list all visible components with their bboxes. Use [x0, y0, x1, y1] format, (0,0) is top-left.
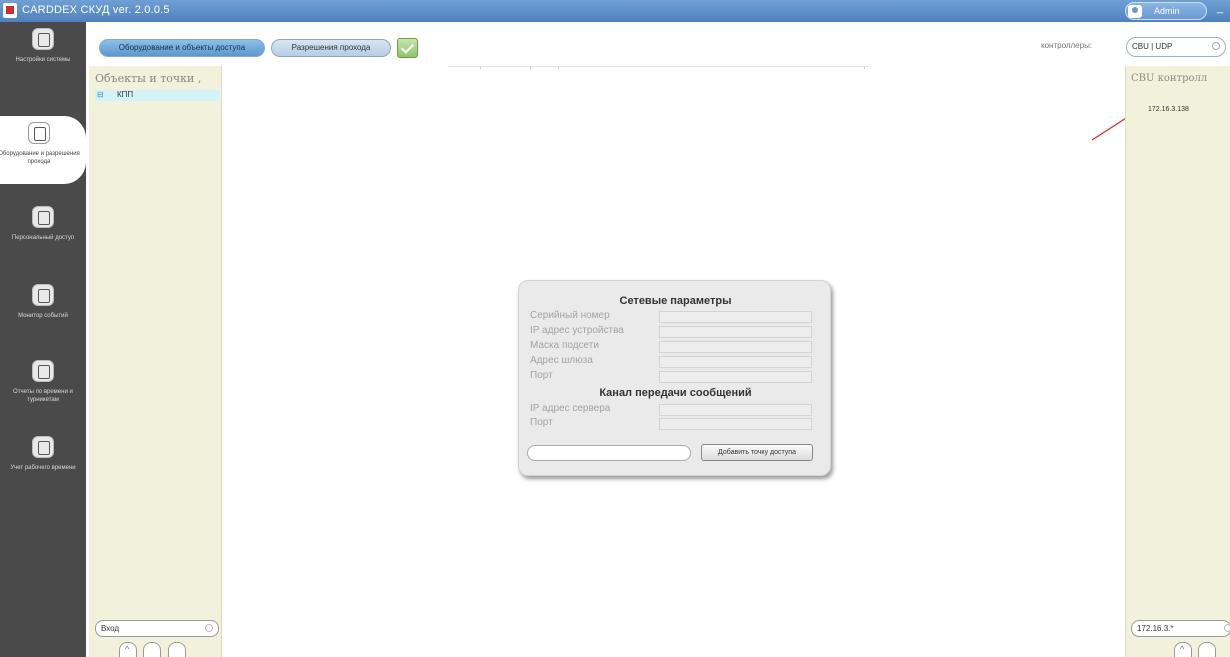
- user-icon: [1128, 5, 1142, 18]
- controllers-select[interactable]: CBU | UDP: [1126, 37, 1226, 57]
- tab-equipment[interactable]: Оборудование и объекты доступа: [99, 39, 265, 57]
- ip-filter-value: 172.16.3.*: [1137, 624, 1174, 633]
- objects-panel: Объекты и точки , ⊟ КПП Вход: [89, 66, 222, 657]
- sidebar-item-label: Настройки системы: [15, 57, 71, 63]
- server-ip-label: IP адрес сервера: [530, 403, 611, 414]
- ruler-tick: [558, 66, 559, 69]
- tab-permissions[interactable]: Разрешения прохода: [271, 39, 391, 57]
- controller-list-item[interactable]: 172.16.3.138: [1148, 106, 1189, 113]
- device-ip-label: IP адрес устройства: [530, 325, 624, 336]
- timesheet-icon: [32, 436, 54, 458]
- server-port-field[interactable]: [659, 418, 812, 430]
- chevron-down-icon: [205, 624, 213, 632]
- sidebar-item-reports[interactable]: Отчеты по времени и турникетам: [0, 354, 86, 422]
- personal-access-icon: [32, 206, 54, 228]
- report-icon: [32, 360, 54, 382]
- subnet-mask-label: Маска подсети: [530, 340, 599, 351]
- sidebar-item-personal-access[interactable]: Персональный доступ: [0, 200, 86, 268]
- device-ip-field[interactable]: [659, 326, 812, 338]
- confirm-button[interactable]: [397, 38, 418, 58]
- ruler-tick: [864, 66, 865, 69]
- action-button[interactable]: [143, 642, 161, 657]
- server-ip-field[interactable]: [659, 404, 812, 416]
- tree-item-kpp[interactable]: ⊟ КПП: [95, 90, 219, 101]
- move-up-button[interactable]: [1174, 642, 1192, 657]
- direction-select-value: Вход: [101, 624, 120, 633]
- settings-icon: [32, 28, 54, 50]
- monitor-icon: [32, 284, 54, 306]
- controllers-panel: CBU контролл 172.16.3.138 172.16.3.*: [1125, 66, 1230, 657]
- message-channel-title: Канал передачи сообщений: [599, 387, 752, 399]
- ip-filter-select[interactable]: 172.16.3.*: [1131, 620, 1230, 637]
- controllers-label: контроллеры:: [1041, 41, 1093, 50]
- direction-select[interactable]: Вход: [95, 620, 219, 637]
- toolbar: Оборудование и объекты доступа Разрешени…: [86, 22, 1230, 64]
- server-port-label: Порт: [530, 417, 553, 428]
- add-access-point-button[interactable]: Добавить точку доступа: [701, 444, 813, 461]
- sidebar-item-label: Отчеты по времени и турникетам: [13, 389, 73, 403]
- tree-item-label: КПП: [117, 90, 134, 99]
- minimize-button[interactable]: _: [1212, 2, 1228, 20]
- chevron-down-icon: [1212, 42, 1220, 50]
- serial-number-label: Серийный номер: [530, 310, 610, 321]
- sidebar-item-label: Персональный доступ: [11, 235, 75, 241]
- access-point-name-input[interactable]: [527, 445, 691, 461]
- sidebar: Настройки системы Оборудование и разреше…: [0, 22, 86, 657]
- objects-panel-title: Объекты и точки ,: [95, 72, 202, 85]
- canvas-ruler: [448, 66, 868, 67]
- sidebar-item-label: Монитор событий: [18, 313, 68, 319]
- controllers-select-value: CBU | UDP: [1132, 42, 1173, 51]
- serial-number-field[interactable]: [659, 311, 812, 323]
- ruler-tick: [480, 66, 481, 69]
- subnet-mask-field[interactable]: [659, 341, 812, 353]
- move-up-button[interactable]: [119, 642, 137, 657]
- user-name: Admin: [1154, 6, 1180, 16]
- gateway-label: Адрес шлюза: [530, 355, 593, 366]
- app-title: CARDDEX СКУД ver. 2.0.0.5: [22, 4, 170, 16]
- app-logo-icon: [3, 3, 17, 18]
- gateway-field[interactable]: [659, 356, 812, 368]
- port-field[interactable]: [659, 371, 812, 383]
- dialog-title: Сетевые параметры: [619, 295, 732, 307]
- sidebar-item-timesheet[interactable]: Учет рабочего времени: [0, 430, 86, 498]
- equipment-icon: [28, 122, 50, 144]
- user-menu[interactable]: Admin: [1125, 2, 1207, 20]
- title-bar: CARDDEX СКУД ver. 2.0.0.5 Admin _: [0, 0, 1230, 22]
- document-button[interactable]: [168, 642, 186, 657]
- sidebar-item-label: Учет рабочего времени: [10, 465, 76, 471]
- document-button[interactable]: [1198, 642, 1216, 657]
- sidebar-item-settings[interactable]: Настройки системы: [0, 22, 86, 90]
- ruler-tick: [530, 66, 531, 69]
- collapse-icon[interactable]: ⊟: [97, 90, 104, 99]
- sidebar-item-equipment[interactable]: Оборудование и разрешения прохода: [0, 116, 86, 184]
- sidebar-item-label: Оборудование и разрешения прохода: [0, 151, 80, 165]
- controllers-panel-title: CBU контролл: [1131, 73, 1208, 84]
- port-label: Порт: [530, 370, 553, 381]
- sidebar-item-monitor[interactable]: Монитор событий: [0, 278, 86, 346]
- chevron-down-icon: [1224, 624, 1230, 632]
- network-parameters-dialog: Сетевые параметры Серийный номер IP адре…: [518, 280, 831, 476]
